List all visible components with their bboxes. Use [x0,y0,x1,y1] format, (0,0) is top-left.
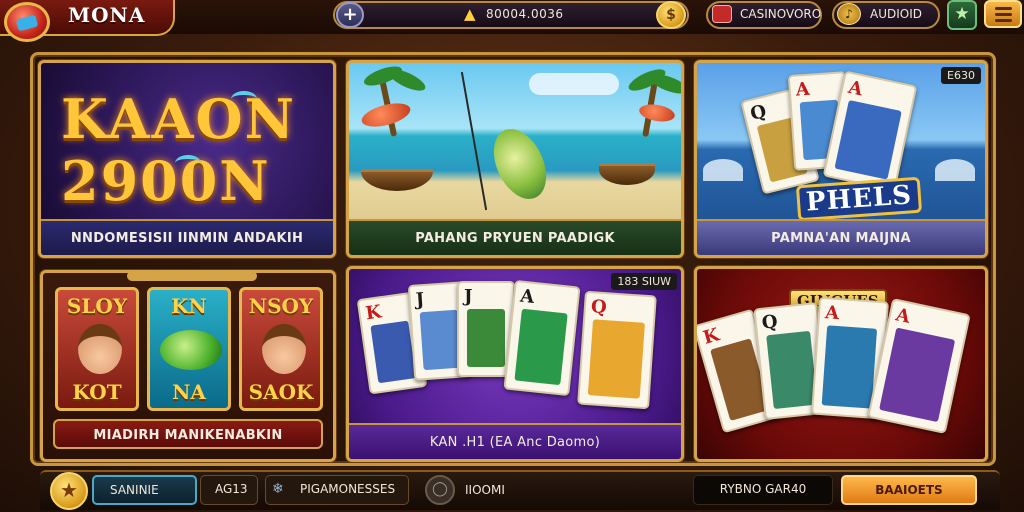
reel-top-text: SLOY [66,294,128,318]
game-tile-slots[interactable]: SLOY KOT KN NA NSOY SAOK MIADIRH MANIKEN… [40,270,336,462]
green-fish-icon [160,330,222,370]
jackpot-badge: 183 SIUW [611,273,677,290]
game-logo: PHELS [795,176,923,222]
player-id-field: AG13 [200,475,258,505]
game-tile-label: NNDOMESISII IINMIN ANDAKIH [41,219,333,255]
game-tile-label: PAHANG PRYUEN PAADIGK [349,219,681,255]
audio-label: AUDIOID [870,7,922,21]
add-coins-button[interactable]: + [336,2,364,28]
audio-icon: ♪ [837,3,861,25]
menu-hamburger-icon[interactable] [984,0,1022,28]
app-logo[interactable]: MONA [0,0,175,42]
game-tile-poker[interactable]: GINGUES K Q A A [694,266,988,462]
wave-icon [703,159,743,181]
palm-leaf-icon [385,65,429,95]
reel-bottom-text: KOT [72,380,122,404]
jackpot-badge: E630 [941,67,981,84]
rowboat-icon [599,163,655,185]
rowboat-icon [361,169,433,191]
fishing-line-icon [460,71,488,211]
playing-card-ace-spades: A [503,279,581,397]
promotions-button[interactable]: PIGAMONESSES [265,475,409,505]
gear-icon: ❄ [272,481,284,497]
wave-icon [935,159,975,181]
game-tile-label: PAMNA'AN MAIJNA [697,219,985,255]
swirl-decoration-icon [175,155,201,171]
clock-icon[interactable]: ◯ [425,475,455,505]
ornament-decoration [127,273,257,281]
slot-reel: NSOY SAOK [239,287,323,411]
green-fish-icon [483,120,557,208]
slot-reel: KN NA [147,287,231,411]
character-face-icon [262,324,306,374]
reward-button[interactable]: RYBNO GAR40 [693,475,833,505]
game-tile-label: MIADIRH MANIKENABKIN [53,419,323,449]
slot-reel: SLOY KOT [55,287,139,411]
room-label: IIOOMI [465,483,505,497]
player-name-field[interactable]: SANINIE [92,475,197,505]
game-tile-phels[interactable]: E630 Q A A PHELS PAMNA'AN MAIJNA [694,60,988,258]
reel-bottom-text: SAOK [248,380,314,404]
gold-coin-icon[interactable]: $ [656,1,686,29]
red-fish-icon [637,101,677,125]
star-icon[interactable]: ★ [947,0,977,30]
coin-stack-icon: ▲ [464,5,476,23]
casino-icon [712,5,732,23]
red-fish-icon [359,98,413,132]
swirl-decoration-icon [231,91,257,107]
game-tile-fishing[interactable]: PAHANG PRYUEN PAADIGK [346,60,684,258]
game-tile-label: KAN .H1 (EA Anc Daomo) [349,423,681,459]
favorites-star-icon[interactable]: ★ [50,472,88,510]
game-tile-kaaon[interactable]: KAAON 2900N NNDOMESISII IINMIN ANDAKIH [38,60,336,258]
logo-text: MONA [68,3,146,27]
game-tile-cards[interactable]: 183 SIUW K J J A Q KAN .H1 (EA Anc Daomo… [346,266,684,462]
logo-emblem-icon [4,2,50,42]
reel-bottom-text: NA [172,380,206,404]
cloud-icon [529,73,619,95]
game-title-line1: KAAON [61,87,296,151]
coin-balance: 80004.0036 [486,7,564,21]
play-button[interactable]: BAAIOETS [841,475,977,505]
reel-top-text: NSOY [248,294,314,318]
casino-label: CASINOVORO [740,7,822,21]
playing-card-queen-hearts: Q [577,290,657,410]
reel-top-text: KN [171,294,207,318]
character-face-icon [78,324,122,374]
